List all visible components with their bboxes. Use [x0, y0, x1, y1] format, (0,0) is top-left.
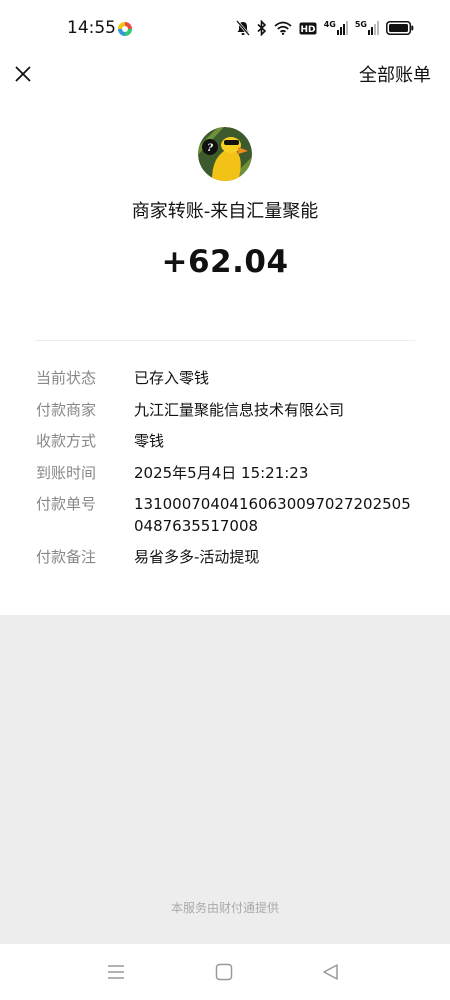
transfer-title: 商家转账-来自汇量聚能 [131, 201, 319, 222]
signal-5g: 5G [355, 21, 379, 35]
detail-value: 易省多多-活动提现 [134, 548, 260, 566]
detail-label: 付款备注 [36, 548, 97, 566]
svg-text:?: ? [207, 143, 213, 154]
home-icon[interactable] [215, 963, 233, 981]
detail-row-order-number: 付款单号 13100070404160630097027202505048763… [36, 494, 416, 537]
system-nav-bar [0, 944, 450, 1000]
divider [35, 340, 415, 341]
detail-row-status: 当前状态 已存入零钱 [36, 368, 416, 390]
back-icon[interactable] [322, 963, 340, 981]
nav-bar: 全部账单 [0, 56, 450, 100]
merchant-avatar: ? [198, 127, 252, 181]
detail-list: 当前状态 已存入零钱 付款商家 九江汇量聚能信息技术有限公司 收款方式 零钱 到… [36, 368, 416, 579]
detail-label: 收款方式 [36, 432, 97, 450]
signal-bars-icon [368, 21, 379, 35]
hd-label: HD [300, 25, 315, 35]
status-bar: 14:55 HD 4G 5G [0, 0, 450, 56]
bluetooth-icon [257, 20, 266, 36]
transaction-card: ? 商家转账-来自汇量聚能 +62.04 当前状态 已存入零钱 付款商家 九江汇… [0, 100, 450, 615]
detail-row-remark: 付款备注 易省多多-活动提现 [36, 547, 416, 569]
detail-label: 付款单号 [36, 495, 97, 513]
signal-bars-icon [336, 21, 348, 35]
page-background: 本服务由财付通提供 [0, 615, 450, 944]
menu-icon[interactable] [107, 963, 125, 981]
detail-value: 已存入零钱 [134, 369, 210, 387]
detail-label: 当前状态 [36, 369, 97, 387]
detail-value: 1310007040416063009702720250504876355170… [134, 495, 411, 535]
detail-value: 零钱 [134, 432, 165, 450]
network-5g-label: 5G [354, 20, 367, 29]
detail-row-method: 收款方式 零钱 [36, 431, 416, 453]
detail-label: 到账时间 [36, 463, 97, 482]
wifi-icon [274, 21, 292, 35]
detail-value: 九江汇量聚能信息技术有限公司 [134, 400, 345, 419]
app-notification-icon [118, 22, 132, 36]
signal-4g: 4G [324, 21, 348, 35]
detail-label: 付款商家 [36, 400, 97, 419]
transfer-amount: +62.04 [161, 244, 289, 280]
hd-voice-icon: HD [299, 22, 317, 35]
mute-bell-icon [235, 20, 250, 36]
battery-icon [386, 21, 414, 35]
status-time: 14:55 [67, 18, 116, 38]
detail-value: 2025年5月4日 15:21:23 [134, 463, 309, 482]
detail-row-merchant: 付款商家 九江汇量聚能信息技术有限公司 [36, 400, 416, 422]
detail-row-time: 到账时间 2025年5月4日 15:21:23 [36, 463, 416, 485]
service-provider-note: 本服务由财付通提供 [170, 901, 279, 915]
close-icon[interactable] [11, 62, 35, 86]
network-4g-label: 4G [323, 20, 336, 29]
all-bills-link[interactable]: 全部账单 [359, 61, 431, 87]
